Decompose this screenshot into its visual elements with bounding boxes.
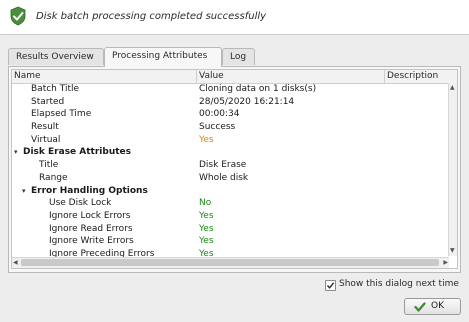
- success-shield-check-icon: [10, 6, 26, 26]
- row-value: Yes: [199, 223, 214, 234]
- tab-label: Results Overview: [16, 52, 94, 62]
- vertical-scrollbar[interactable]: ▲ ▼: [448, 83, 457, 256]
- row-name: Use Disk Lock: [49, 198, 112, 209]
- grid-header: Name Value Description: [12, 70, 457, 84]
- table-row[interactable]: Use Disk Lock No: [12, 197, 449, 210]
- tab-log[interactable]: Log: [222, 48, 255, 65]
- horizontal-scroll-thumb[interactable]: [21, 259, 439, 266]
- table-row[interactable]: Ignore Read Errors Yes: [12, 223, 449, 236]
- row-name: Batch Title: [31, 84, 80, 94]
- table-row[interactable]: Title Disk Erase: [12, 159, 449, 172]
- row-name: Elapsed Time: [31, 109, 92, 120]
- table-row[interactable]: ▾ Disk Erase Attributes: [12, 146, 449, 159]
- attributes-panel: Name Value Description Batch Title Clonin…: [8, 66, 461, 273]
- row-name: Ignore Read Errors: [49, 223, 133, 234]
- column-header-description[interactable]: Description: [385, 70, 457, 83]
- show-dialog-label: Show this dialog next time: [339, 279, 459, 289]
- expand-toggle-icon[interactable]: ▾: [14, 146, 18, 159]
- scroll-left-icon[interactable]: ◀: [13, 259, 18, 267]
- row-name: Result: [31, 122, 59, 133]
- tab-label: Log: [230, 52, 247, 62]
- tab-label: Processing Attributes: [112, 51, 208, 61]
- row-name: Title: [39, 160, 59, 171]
- row-name: Disk Erase Attributes: [23, 147, 131, 158]
- table-row[interactable]: Started 28/05/2020 16:21:14: [12, 96, 449, 109]
- ok-label: OK: [431, 301, 444, 311]
- row-name: Virtual: [31, 134, 61, 145]
- grid-rows: Batch Title Cloning data on 1 disks(s) Sta…: [12, 83, 449, 261]
- row-value: Yes: [199, 210, 214, 221]
- attributes-grid: Name Value Description Batch Title Clonin…: [11, 69, 458, 269]
- row-name: Range: [39, 172, 68, 183]
- row-value: Cloning data on 1 disks(s): [199, 84, 317, 94]
- horizontal-scrollbar[interactable]: ◀ ▶: [12, 257, 449, 268]
- scroll-right-icon[interactable]: ▶: [443, 259, 448, 267]
- scroll-up-icon[interactable]: ▲: [450, 84, 455, 92]
- ok-check-icon: [414, 302, 426, 312]
- row-value: 28/05/2020 16:21:14: [199, 96, 295, 107]
- scroll-down-icon[interactable]: ▼: [450, 247, 455, 255]
- table-row[interactable]: Elapsed Time 00:00:34: [12, 108, 449, 121]
- table-row[interactable]: Range Whole disk: [12, 172, 449, 185]
- row-value: Success: [199, 122, 236, 133]
- row-name: Error Handling Options: [31, 185, 148, 196]
- row-value: 00:00:34: [199, 109, 240, 120]
- dialog-header: Disk batch processing completed successf…: [0, 0, 469, 35]
- row-value: Disk Erase: [199, 160, 247, 171]
- table-row[interactable]: Ignore Lock Errors Yes: [12, 210, 449, 223]
- show-dialog-checkbox[interactable]: [325, 280, 336, 291]
- row-value: No: [199, 198, 212, 209]
- table-row[interactable]: Result Success: [12, 121, 449, 134]
- table-row[interactable]: ▾ Error Handling Options: [12, 185, 449, 198]
- ok-button[interactable]: OK: [404, 298, 461, 315]
- table-row[interactable]: Virtual Yes: [12, 134, 449, 147]
- header-message: Disk batch processing completed successf…: [36, 11, 267, 22]
- expand-toggle-icon[interactable]: ▾: [22, 185, 26, 198]
- table-row[interactable]: Batch Title Cloning data on 1 disks(s): [12, 83, 449, 96]
- column-header-name[interactable]: Name: [12, 70, 197, 83]
- tab-results-overview[interactable]: Results Overview: [8, 48, 104, 65]
- checkmark-icon: [326, 282, 335, 289]
- row-name: Ignore Lock Errors: [49, 210, 131, 221]
- row-value: Yes: [199, 236, 214, 247]
- table-row[interactable]: Ignore Write Errors Yes: [12, 235, 449, 248]
- row-value: Yes: [199, 134, 214, 145]
- tab-processing-attributes[interactable]: Processing Attributes: [104, 47, 222, 67]
- row-name: Started: [31, 96, 65, 107]
- row-value: Whole disk: [199, 172, 249, 183]
- row-name: Ignore Write Errors: [49, 236, 134, 247]
- column-header-value[interactable]: Value: [197, 70, 385, 83]
